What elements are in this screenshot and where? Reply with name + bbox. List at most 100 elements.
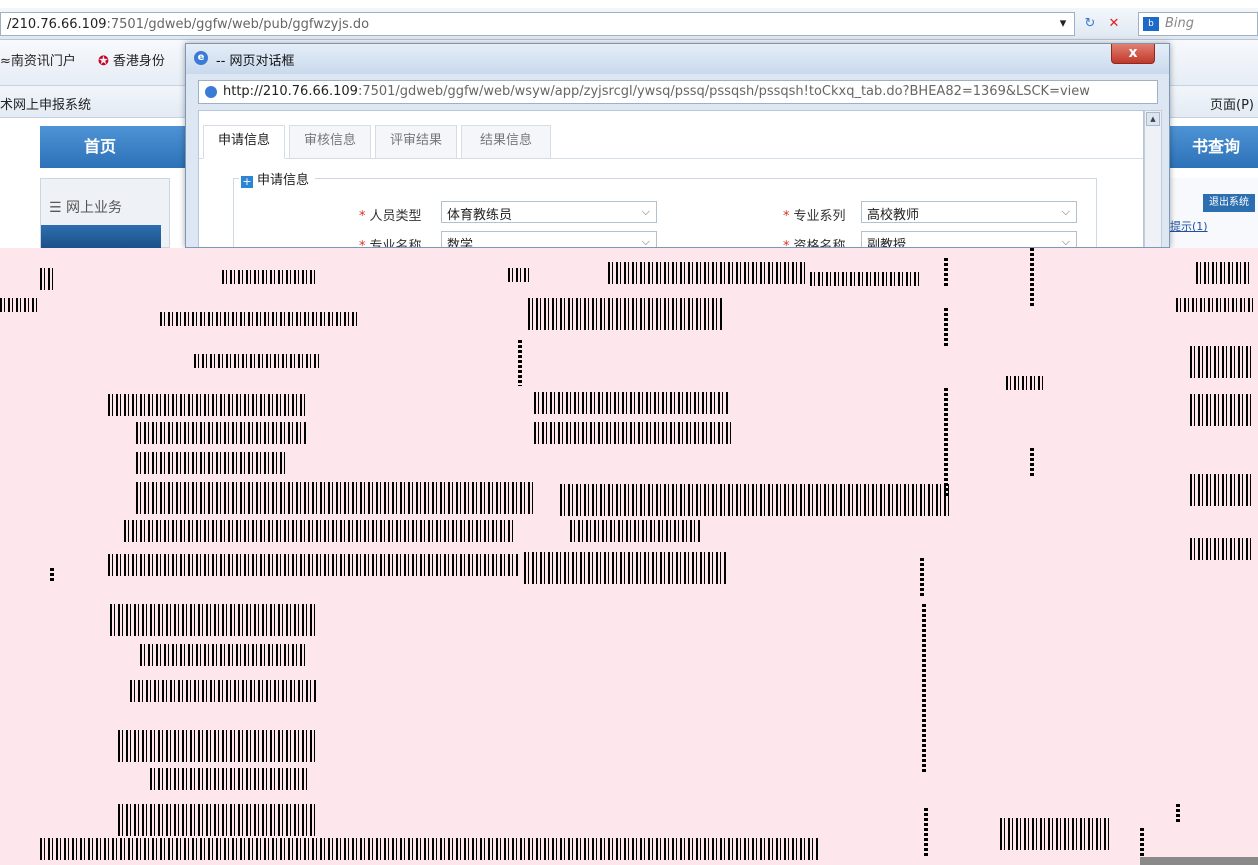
glitch-artifact (118, 804, 318, 836)
glitch-artifact (1030, 448, 1034, 478)
series-label: * 专业系列 (783, 205, 846, 224)
dialog-scrollbar[interactable]: ▲ (1144, 110, 1162, 247)
glitch-artifact (1140, 828, 1144, 858)
glitch-artifact (160, 312, 360, 326)
required-star: * (359, 239, 366, 248)
ie-icon: e (194, 51, 208, 65)
glitch-artifact (924, 808, 928, 858)
glitch-artifact (194, 354, 320, 368)
notice-link[interactable]: 提示(1) (1170, 218, 1208, 234)
nav-cert-query[interactable]: 书查询 (1192, 126, 1240, 168)
glitch-artifact (944, 258, 948, 288)
tab-evaluation-result[interactable]: 评审结果 (375, 125, 457, 159)
expand-icon[interactable]: + (241, 176, 253, 188)
glitch-artifact (524, 552, 726, 584)
glitch-artifact (1190, 346, 1254, 378)
web-dialog: e -- 网页对话框 x http://210.76.66.109:7501/g… (185, 43, 1170, 248)
close-button[interactable]: x (1111, 44, 1155, 64)
nav-home[interactable]: 首页 (40, 126, 160, 168)
address-dropdown-icon[interactable]: ▾ (1053, 14, 1073, 34)
glitch-artifact (50, 568, 54, 582)
favorite-link-hk[interactable]: ✪ 香港身份 (98, 50, 165, 69)
favorite-link-news[interactable]: ≈南资讯门户 (0, 50, 76, 69)
chevron-down-icon: ⌵ (1061, 205, 1070, 218)
address-host: /210.76.66.109 (7, 17, 107, 32)
logout-button[interactable]: 退出系统 (1203, 194, 1255, 212)
major-select[interactable]: 数学 ⌵ (441, 231, 657, 248)
glitch-artifact (0, 298, 40, 312)
glitch-artifact (40, 838, 820, 860)
dialog-title: -- 网页对话框 (216, 54, 295, 69)
person-type-select[interactable]: 体育教练员 ⌵ (441, 201, 657, 223)
glitch-artifact (136, 482, 536, 514)
glitch-artifact (1190, 474, 1254, 506)
tab-review-info[interactable]: 审核信息 (289, 125, 371, 159)
glitch-artifact (570, 520, 700, 542)
glitch-artifact (222, 270, 318, 284)
glitch-artifact (1190, 538, 1254, 560)
glitch-artifact (1176, 804, 1180, 824)
status-strip (1140, 857, 1258, 865)
glitch-artifact (920, 558, 924, 598)
series-value: 高校教师 (867, 208, 920, 223)
glitch-artifact (560, 484, 950, 516)
glitch-artifact (108, 394, 306, 416)
glitch-artifact (130, 680, 316, 702)
glitch-artifact (124, 520, 514, 542)
glitch-artifact (150, 768, 310, 790)
refresh-icon[interactable]: ↻ (1080, 14, 1100, 34)
major-value: 数学 (447, 238, 474, 248)
favorite-link-hk-label: 香港身份 (112, 54, 165, 69)
qualification-value: 副教授 (867, 238, 907, 248)
chevron-down-icon: ⌵ (641, 205, 650, 218)
avatar (41, 225, 161, 249)
scroll-up-icon[interactable]: ▲ (1146, 112, 1160, 126)
glitch-artifact (1006, 376, 1046, 390)
page-menu[interactable]: 页面(P) (1210, 94, 1254, 113)
glitch-artifact (508, 268, 530, 282)
search-field[interactable]: b Bing (1138, 12, 1258, 36)
major-label: * 专业名称 (359, 235, 422, 248)
right-sidebar: 退出系统 提示(1) (1170, 178, 1258, 248)
glitch-artifact (922, 604, 926, 774)
address-field[interactable]: /210.76.66.109:7501/gdweb/ggfw/web/pub/g… (0, 12, 1075, 36)
glitch-artifact (534, 392, 730, 414)
person-type-value: 体育教练员 (447, 208, 513, 223)
required-star: * (783, 209, 790, 224)
corrupted-region (0, 248, 1258, 865)
dialog-url-path: :7501/gdweb/ggfw/web/wsyw/app/zyjsrcgl/y… (357, 84, 1090, 99)
glitch-artifact (608, 262, 808, 284)
glitch-artifact (534, 422, 734, 444)
search-placeholder: Bing (1165, 16, 1195, 31)
glitch-artifact (108, 554, 518, 576)
browser-tab-system[interactable]: 术网上申报系统 (0, 94, 91, 113)
dialog-content: 申请信息 审核信息 评审结果 结果信息 + 申请信息 * 人员类型 体育教练员 ⌵ *… (198, 110, 1144, 248)
list-icon: ☰ (49, 200, 67, 216)
bing-logo-icon: b (1143, 16, 1159, 31)
glitch-artifact (140, 644, 308, 666)
qualification-select[interactable]: 副教授 ⌵ (861, 231, 1077, 248)
glitch-artifact (40, 268, 54, 290)
glitch-artifact (110, 604, 316, 636)
glitch-artifact (944, 308, 948, 348)
chevron-down-icon: ⌵ (1061, 235, 1070, 248)
glitch-artifact (1190, 394, 1254, 426)
required-star: * (783, 239, 790, 248)
glitch-artifact (1030, 248, 1034, 308)
sidebar-title-label: 网上业务 (66, 200, 123, 216)
section-title[interactable]: + 申请信息 (239, 169, 316, 188)
series-select[interactable]: 高校教师 ⌵ (861, 201, 1077, 223)
dialog-url-field[interactable]: http://210.76.66.109:7501/gdweb/ggfw/web… (198, 80, 1158, 104)
glitch-artifact (118, 730, 318, 762)
glitch-artifact (1176, 298, 1256, 312)
page-icon (205, 86, 217, 98)
address-path: :7501/gdweb/ggfw/web/pub/ggfwzyjs.do (106, 17, 370, 32)
qualification-label: * 资格名称 (783, 235, 846, 248)
tab-result-info[interactable]: 结果信息 (461, 125, 551, 159)
glitch-artifact (810, 272, 920, 286)
left-sidebar: ☰ 网上业务 (40, 178, 170, 249)
favorite-site-icon: ✪ (98, 54, 109, 69)
tab-application-info[interactable]: 申请信息 (203, 125, 285, 159)
glitch-artifact (528, 298, 724, 330)
stop-icon[interactable]: ✕ (1104, 14, 1124, 34)
